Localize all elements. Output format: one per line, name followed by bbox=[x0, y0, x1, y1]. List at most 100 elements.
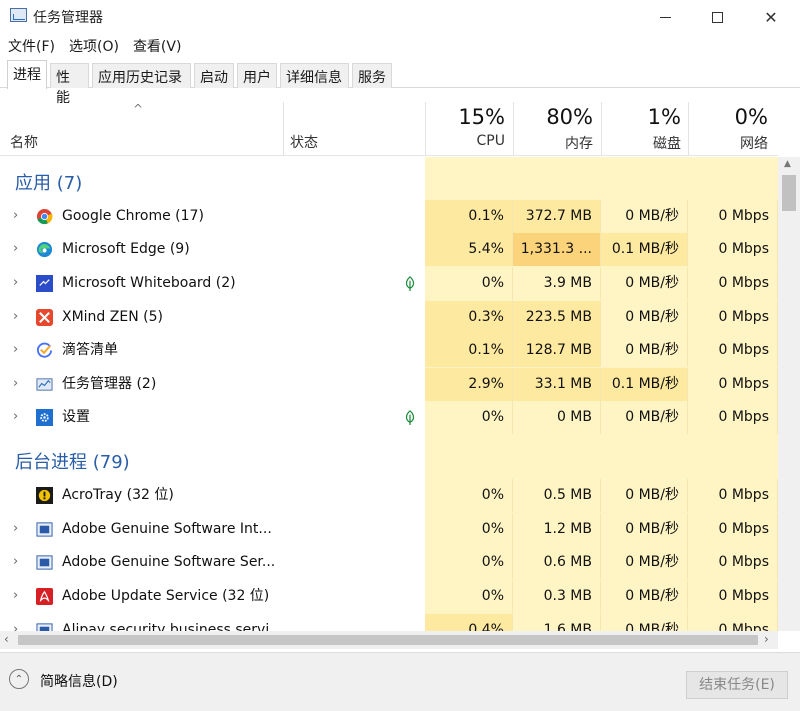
menu-file[interactable]: 文件(F) bbox=[0, 34, 62, 56]
horizontal-scroll-thumb[interactable] bbox=[18, 635, 758, 645]
ticktick-icon bbox=[36, 342, 53, 358]
cpu-value: 0% bbox=[425, 580, 513, 613]
process-name: Microsoft Edge (9) bbox=[62, 241, 190, 257]
cpu-value: 0.3% bbox=[425, 301, 513, 334]
disk-total-percent: 1% bbox=[647, 105, 681, 129]
process-name: Microsoft Whiteboard (2) bbox=[62, 275, 236, 291]
expand-chevron-icon[interactable]: › bbox=[13, 342, 18, 357]
row-metrics: 0% 0.6 MB 0 MB/秒 0 Mbps bbox=[425, 546, 778, 579]
row-metrics: 2.9% 33.1 MB 0.1 MB/秒 0 Mbps bbox=[425, 368, 778, 401]
disk-label: 磁盘 bbox=[653, 136, 681, 152]
memory-value: 33.1 MB bbox=[513, 368, 601, 401]
tab-users[interactable]: 用户 bbox=[237, 63, 277, 88]
disk-value: 0 MB/秒 bbox=[601, 401, 688, 434]
column-header-row: ^ 名称 状态 15% CPU 80% 内存 1% 磁盘 0% 网络 bbox=[0, 98, 778, 156]
cpu-value: 2.9% bbox=[425, 368, 513, 401]
row-metrics: 0% 0.3 MB 0 MB/秒 0 Mbps bbox=[425, 580, 778, 613]
table-row[interactable]: › Microsoft Edge (9) 5.4% 1,331.3 ... 0.… bbox=[0, 233, 778, 266]
memory-value: 223.5 MB bbox=[513, 301, 601, 334]
xmind-icon bbox=[36, 309, 53, 326]
table-row[interactable]: › 滴答清单 0.1% 128.7 MB 0 MB/秒 0 Mbps bbox=[0, 334, 778, 367]
memory-label: 内存 bbox=[565, 136, 593, 152]
process-name: Adobe Genuine Software Ser... bbox=[62, 554, 276, 570]
memory-value: 372.7 MB bbox=[513, 200, 601, 233]
network-value: 0 Mbps bbox=[688, 479, 778, 512]
table-row[interactable]: › 设置 0% 0 MB 0 MB/秒 0 Mbps bbox=[0, 401, 778, 434]
expand-chevron-icon[interactable]: › bbox=[13, 275, 18, 290]
expand-chevron-icon[interactable]: › bbox=[13, 588, 18, 603]
minimize-button[interactable] bbox=[640, 0, 690, 34]
title-bar[interactable]: 任务管理器 ✕ bbox=[0, 0, 800, 34]
task-manager-icon bbox=[36, 378, 53, 391]
disk-value: 0 MB/秒 bbox=[601, 614, 688, 631]
task-manager-window: 任务管理器 ✕ 文件(F) 选项(O) 查看(V) 进程 性能 应用历史记录 启… bbox=[0, 0, 800, 711]
expand-chevron-icon[interactable]: › bbox=[13, 622, 18, 631]
expand-chevron-icon[interactable]: › bbox=[13, 376, 18, 391]
memory-value: 1.6 MB bbox=[513, 614, 601, 631]
cpu-value: 0.4% bbox=[425, 614, 513, 631]
disk-value: 0 MB/秒 bbox=[601, 479, 688, 512]
table-row[interactable]: › Adobe Genuine Software Int... 0% 1.2 M… bbox=[0, 513, 778, 546]
expand-chevron-icon[interactable]: › bbox=[13, 554, 18, 569]
process-name: Alipay security business servi... bbox=[62, 622, 283, 631]
tab-startup[interactable]: 启动 bbox=[194, 63, 234, 88]
column-header-name[interactable]: 名称 bbox=[10, 132, 38, 152]
cpu-value: 5.4% bbox=[425, 233, 513, 266]
end-task-button[interactable]: 结束任务(E) bbox=[686, 671, 788, 699]
sort-ascending-icon: ^ bbox=[133, 102, 144, 116]
cpu-value: 0.1% bbox=[425, 200, 513, 233]
tab-services[interactable]: 服务 bbox=[352, 63, 392, 88]
expand-chevron-icon[interactable]: › bbox=[13, 208, 18, 223]
cpu-label: CPU bbox=[476, 133, 505, 149]
memory-value: 0 MB bbox=[513, 401, 601, 434]
vertical-scroll-thumb[interactable] bbox=[782, 175, 796, 211]
scroll-right-arrow-icon[interactable]: › bbox=[764, 632, 769, 646]
scroll-up-arrow-icon[interactable]: ▲ bbox=[784, 159, 791, 169]
scroll-left-arrow-icon[interactable]: ‹ bbox=[4, 632, 9, 646]
disk-value: 0 MB/秒 bbox=[601, 513, 688, 546]
column-divider[interactable] bbox=[283, 102, 284, 156]
cpu-value: 0% bbox=[425, 267, 513, 300]
process-list[interactable]: 应用 (7) › Google Chrome (17) 0.1% 372.7 M… bbox=[0, 157, 778, 631]
table-row[interactable]: AcroTray (32 位) 0% 0.5 MB 0 MB/秒 0 Mbps bbox=[0, 479, 778, 512]
network-value: 0 Mbps bbox=[688, 513, 778, 546]
row-metrics: 0% 0 MB 0 MB/秒 0 Mbps bbox=[425, 401, 778, 434]
table-row[interactable]: › Adobe Update Service (32 位) 0% 0.3 MB … bbox=[0, 580, 778, 613]
vertical-scrollbar[interactable] bbox=[778, 157, 800, 631]
expand-chevron-icon[interactable]: › bbox=[13, 409, 18, 424]
process-name: Adobe Update Service (32 位) bbox=[62, 588, 270, 604]
row-metrics: 0% 0.5 MB 0 MB/秒 0 Mbps bbox=[425, 479, 778, 512]
efficiency-mode-leaf-icon bbox=[405, 410, 415, 425]
table-row[interactable]: › Microsoft Whiteboard (2) 0% 3.9 MB 0 M… bbox=[0, 267, 778, 300]
tab-app-history[interactable]: 应用历史记录 bbox=[92, 63, 191, 88]
table-row[interactable]: › Alipay security business servi... 0.4%… bbox=[0, 614, 778, 631]
memory-value: 0.5 MB bbox=[513, 479, 601, 512]
maximize-button[interactable] bbox=[692, 0, 742, 34]
close-button[interactable]: ✕ bbox=[746, 0, 796, 34]
expand-chevron-icon[interactable]: › bbox=[13, 309, 18, 324]
collapse-up-chevron-icon[interactable]: ⌃ bbox=[9, 669, 29, 689]
disk-value: 0.1 MB/秒 bbox=[601, 233, 688, 266]
network-value: 0 Mbps bbox=[688, 334, 778, 367]
settings-gear-icon bbox=[36, 409, 53, 426]
menu-options[interactable]: 选项(O) bbox=[62, 34, 126, 56]
disk-value: 0 MB/秒 bbox=[601, 580, 688, 613]
tab-performance[interactable]: 性能 bbox=[50, 63, 89, 106]
fewer-details-link[interactable]: 简略信息(D) bbox=[40, 671, 118, 691]
network-value: 0 Mbps bbox=[688, 368, 778, 401]
process-name: XMind ZEN (5) bbox=[62, 309, 163, 325]
tab-details[interactable]: 详细信息 bbox=[280, 63, 349, 88]
minimize-icon bbox=[659, 16, 671, 18]
expand-chevron-icon[interactable]: › bbox=[13, 521, 18, 536]
table-row[interactable]: › XMind ZEN (5) 0.3% 223.5 MB 0 MB/秒 0 M… bbox=[0, 301, 778, 334]
memory-value: 1,331.3 ... bbox=[513, 233, 601, 266]
row-metrics: 0.1% 128.7 MB 0 MB/秒 0 Mbps bbox=[425, 334, 778, 367]
table-row[interactable]: › Google Chrome (17) 0.1% 372.7 MB 0 MB/… bbox=[0, 200, 778, 233]
expand-chevron-icon[interactable]: › bbox=[13, 241, 18, 256]
column-header-status[interactable]: 状态 bbox=[290, 132, 318, 152]
tab-processes[interactable]: 进程 bbox=[7, 60, 47, 89]
menu-view[interactable]: 查看(V) bbox=[126, 34, 189, 56]
memory-total-percent: 80% bbox=[546, 105, 593, 129]
table-row[interactable]: › 任务管理器 (2) 2.9% 33.1 MB 0.1 MB/秒 0 Mbps bbox=[0, 368, 778, 401]
table-row[interactable]: › Adobe Genuine Software Ser... 0% 0.6 M… bbox=[0, 546, 778, 579]
